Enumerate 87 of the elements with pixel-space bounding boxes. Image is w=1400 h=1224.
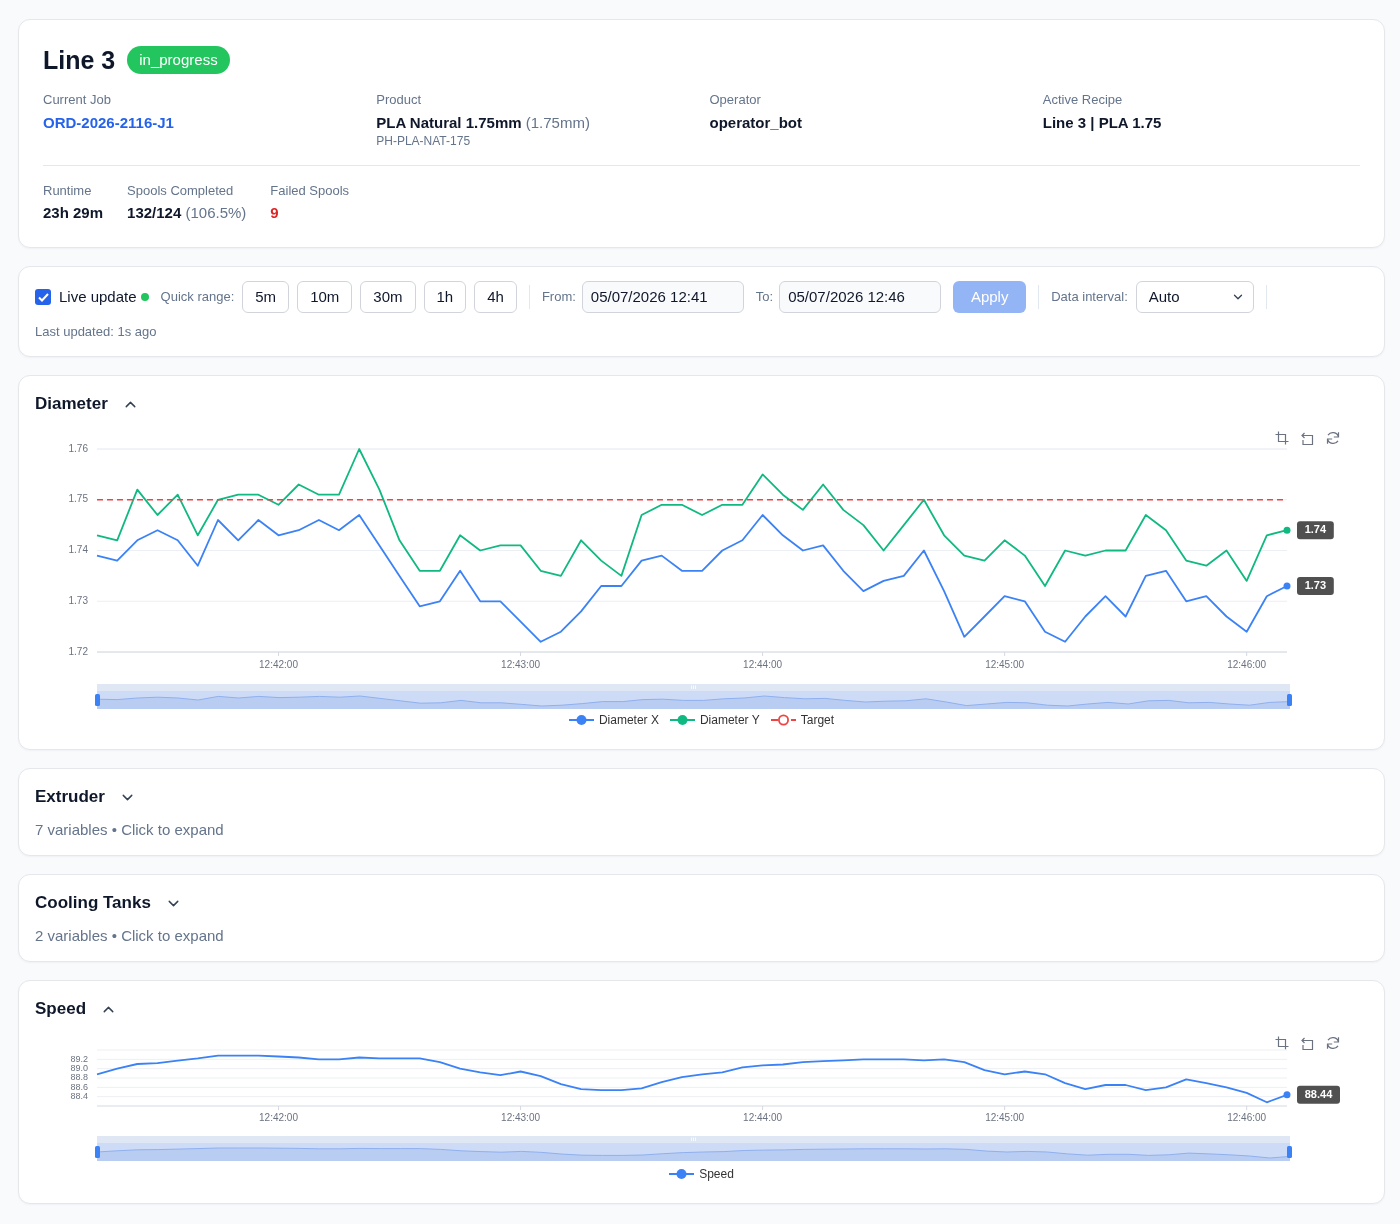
field-label: From: (541, 288, 576, 307)
undo-icon[interactable] (1301, 432, 1314, 446)
legend-marker-icon (770, 714, 796, 726)
section-toggle[interactable]: Diameter (35, 392, 139, 416)
grip-icon (691, 1137, 696, 1142)
field-label: Product (376, 91, 422, 109)
marker-icon (1283, 1091, 1291, 1099)
slider-handle[interactable] (1287, 1146, 1292, 1158)
stat-value: 23h 29m (43, 203, 104, 223)
crop-icon[interactable] (1274, 430, 1290, 446)
stat-label: Spools Completed (127, 182, 234, 200)
value-tag: 1.74 (1297, 521, 1334, 540)
range-button[interactable]: 4h (474, 281, 517, 313)
stat-label: Runtime (43, 182, 92, 200)
crop-icon[interactable] (1274, 1035, 1290, 1051)
legend-item[interactable]: Target (770, 711, 835, 729)
legend-marker-icon (669, 1168, 695, 1180)
status-badge: in_progress (127, 46, 230, 74)
check-icon (37, 292, 49, 302)
axis-label: 12:43:00 (501, 1111, 541, 1123)
axis-label: 12:42:00 (259, 1111, 298, 1123)
section-summary: 2 variables • Click to expand (35, 926, 225, 946)
field-label: Active Recipe (1042, 91, 1123, 109)
value-tag: 1.73 (1297, 577, 1334, 596)
checkbox-label: Live update (59, 287, 137, 307)
axis-label: 1.75 (68, 493, 88, 505)
field-value: operator_bot (709, 113, 802, 133)
marker-icon (1283, 582, 1291, 590)
axis-label: 1.73 (68, 594, 88, 606)
grip-icon (691, 685, 696, 690)
legend-marker-icon (568, 714, 594, 726)
section-summary: 7 variables • Click to expand (35, 820, 225, 840)
field-value: PLA Natural 1.75mm (1.75mm) (376, 113, 590, 133)
field-label: Quick range: (160, 288, 235, 307)
slider-handle[interactable] (95, 1146, 100, 1158)
axis-label: 12:43:00 (501, 658, 541, 670)
axis-label: 12:44:00 (743, 658, 783, 670)
interval-select[interactable]: Auto (1135, 281, 1254, 313)
range-button[interactable]: 5m (242, 281, 290, 313)
undo-icon[interactable] (1301, 1037, 1314, 1051)
axis-label: 89.2 (70, 1053, 88, 1064)
marker-icon (1283, 526, 1291, 534)
axis-label: 88.4 (70, 1091, 88, 1102)
slider-handle[interactable] (95, 694, 100, 706)
axis-label: 89.0 (70, 1063, 88, 1074)
stat-value: 9 (270, 203, 279, 223)
zoom-slider[interactable] (96, 1136, 1291, 1161)
value-tag: 88.44 (1297, 1085, 1340, 1104)
date-field[interactable]: 05/07/2026 12:46 (779, 281, 942, 313)
legend-marker-icon (669, 714, 695, 726)
axis-label: 12:46:00 (1227, 1111, 1267, 1123)
stat-label: Failed Spools (270, 182, 350, 200)
axis-label: 88.6 (70, 1081, 88, 1092)
legend-item[interactable]: Speed (669, 1165, 734, 1183)
field-label: Operator (709, 91, 761, 109)
section-toggle[interactable]: Extruder (35, 785, 136, 809)
zoom-slider[interactable] (96, 684, 1291, 709)
axis-label: 12:44:00 (743, 1111, 783, 1123)
field-label: Current Job (43, 91, 111, 109)
axis-label: 12:45:00 (985, 658, 1025, 670)
legend-item[interactable]: Diameter Y (669, 711, 760, 729)
section-toggle[interactable]: Speed (35, 997, 118, 1021)
field-label: To: (755, 288, 774, 307)
axis-label: 12:45:00 (985, 1111, 1025, 1123)
product-code: PH-PLA-NAT-175 (376, 133, 471, 149)
section-toggle[interactable]: Cooling Tanks (35, 891, 182, 915)
axis-label: 1.74 (68, 544, 88, 556)
stat-value: 132/124 (106.5%) (127, 203, 247, 223)
slider-handle[interactable] (1287, 694, 1292, 706)
last-updated-text: Last updated: 1s ago (35, 323, 158, 341)
field-label: Data interval: (1051, 288, 1128, 307)
job-link[interactable]: ORD-2026-2116-J1 (43, 113, 174, 133)
axis-label: 12:46:00 (1227, 658, 1267, 670)
legend-item[interactable]: Diameter X (568, 711, 659, 729)
checkbox[interactable] (35, 289, 51, 305)
axis-label: 12:42:00 (259, 658, 298, 670)
refresh-icon[interactable] (1326, 1036, 1340, 1050)
range-button[interactable]: 1h (423, 281, 467, 313)
range-button[interactable]: 30m (360, 281, 416, 313)
refresh-icon[interactable] (1326, 431, 1340, 445)
axis-label: 88.8 (70, 1072, 88, 1083)
line-title: Line 3 (43, 45, 116, 75)
date-field[interactable]: 05/07/2026 12:41 (581, 281, 744, 313)
axis-label: 1.76 (68, 442, 88, 454)
field-value: Line 3 | PLA 1.75 (1042, 113, 1162, 133)
range-button[interactable]: 10m (297, 281, 353, 313)
axis-label: 1.72 (68, 645, 88, 657)
